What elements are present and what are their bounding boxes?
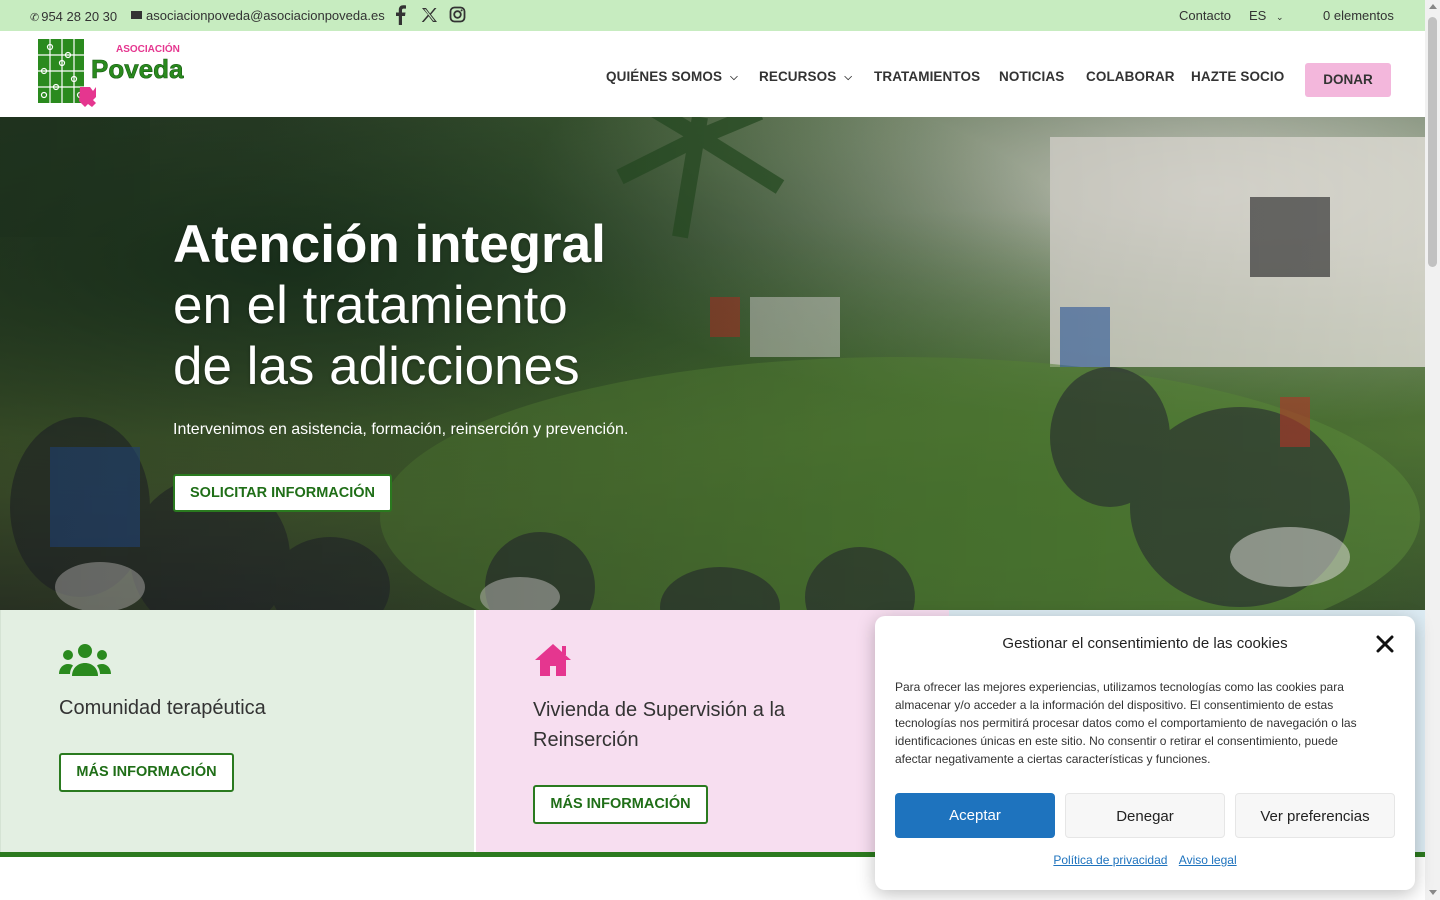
cookie-dialog-title: Gestionar el consentimiento de las cooki… [1002,635,1288,652]
hero-title-line-3: de las adicciones [173,337,580,396]
site-header: ASOCIACIÓN Poveda QUIÉNES SOMOS ⌵ RECURSO… [0,31,1425,117]
chevron-down-icon: ⌄ [1275,12,1284,22]
card-divider [474,610,476,857]
legal-notice-link[interactable]: Aviso legal [1179,853,1237,867]
chevron-down-icon: ⌵ [844,72,852,83]
more-info-button[interactable]: MÁS INFORMACIÓN [59,753,234,792]
scroll-down-arrow-icon[interactable] [1429,890,1437,895]
nav-label: QUIÉNES SOMOS [606,69,723,84]
hero-title-line-2: en el tratamiento [173,276,568,335]
puzzle-logo-icon [38,39,96,107]
nav-quienes-somos[interactable]: QUIÉNES SOMOS ⌵ [606,69,738,84]
chevron-down-icon: ⌵ [730,72,738,83]
cookie-dialog-text: Para ofrecer las mejores experiencias, u… [895,680,1357,766]
service-title: Vivienda de Supervisión a la Reinserción [533,699,786,751]
home-icon [535,644,571,676]
page-scrollbar[interactable] [1425,0,1440,900]
nav-noticias[interactable]: NOTICIAS [999,69,1064,84]
email-link[interactable]: asociacionpoveda@asociacionpoveda.es [131,8,385,23]
cookie-consent-dialog: Gestionar el consentimiento de las cooki… [875,616,1415,890]
close-icon[interactable] [1375,634,1395,654]
scrollbar-thumb[interactable] [1428,17,1437,267]
cookie-links: Política de privacidad Aviso legal [875,853,1415,867]
email-text: asociacionpoveda@asociacionpoveda.es [146,8,385,23]
nav-colaborar[interactable]: COLABORAR [1086,69,1175,84]
nav-tratamientos[interactable]: TRATAMIENTOS [874,69,980,84]
hero-section: Atención integral en el tratamiento de l… [0,117,1425,610]
hero-subtitle: Intervenimos en asistencia, formación, r… [173,421,629,438]
request-info-button[interactable]: SOLICITAR INFORMACIÓN [173,474,392,512]
more-info-button[interactable]: MÁS INFORMACIÓN [533,785,708,824]
site-logo[interactable]: ASOCIACIÓN Poveda [36,37,218,111]
deny-cookies-button[interactable]: Denegar [1065,793,1225,838]
phone-icon: ✆ [30,12,40,24]
nav-recursos[interactable]: RECURSOS ⌵ [759,69,852,84]
phone-text: 954 28 20 30 [41,9,118,24]
language-selector[interactable]: ES ⌄ [1249,8,1284,23]
privacy-policy-link[interactable]: Política de privacidad [1053,853,1167,867]
svg-text:Poveda: Poveda [91,54,184,84]
contact-link[interactable]: Contacto [1179,8,1231,23]
scroll-up-arrow-icon[interactable] [1429,4,1437,9]
facebook-icon[interactable] [393,5,407,25]
nav-hazte-socio[interactable]: HAZTE SOCIO [1191,69,1284,84]
top-bar: ✆ 954 28 20 30 asociacionpoveda@asociacio… [0,0,1425,31]
instagram-icon[interactable] [449,5,466,25]
envelope-icon [131,11,142,19]
service-card-community: Comunidad terapéutica MÁS INFORMACIÓN [0,610,474,857]
nav-label: RECURSOS [759,69,837,84]
users-icon [59,644,111,676]
x-icon[interactable] [421,5,437,25]
accept-cookies-button[interactable]: Aceptar [895,793,1055,838]
cart-link[interactable]: 0 elementos [1323,8,1394,23]
view-preferences-button[interactable]: Ver preferencias [1235,793,1395,838]
hero-title-line-1: Atención integral [173,215,606,274]
hero-title: Atención integral en el tratamiento de l… [173,214,606,397]
language-label: ES [1249,8,1267,23]
phone-link[interactable]: ✆ 954 28 20 30 [30,9,117,24]
service-title: Comunidad terapéutica [59,697,266,719]
donate-button[interactable]: DONAR [1305,63,1391,97]
